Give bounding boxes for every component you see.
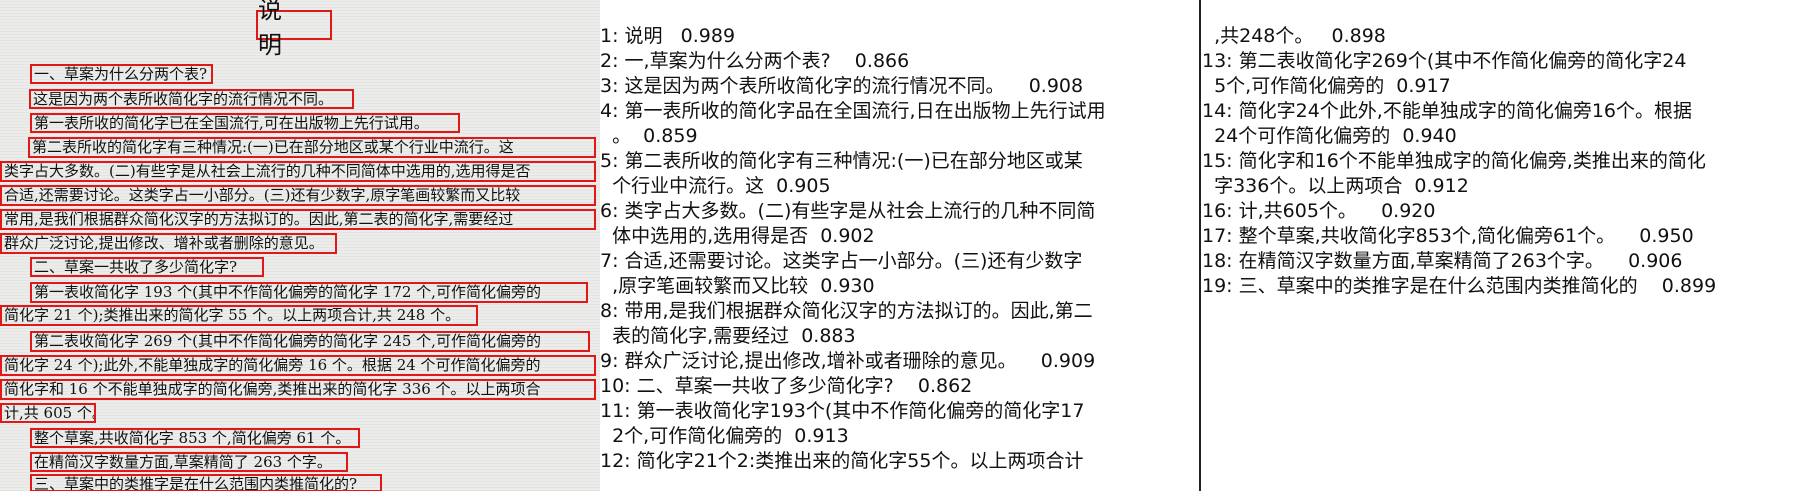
detected-line-box: 合适,还需要讨论。这类字占一小部分。(三)还有少数字,原字笔画较繁而又比较	[0, 185, 596, 206]
ocr-result-line: 19: 三、草案中的类推字是在什么范围内类推简化的 0.899	[1202, 275, 1717, 297]
detected-line-box: 计,共 605 个。	[0, 403, 96, 423]
ocr-result-line: 13: 第二表收简化字269个(其中不作简化偏旁的简化字24	[1202, 50, 1687, 72]
ocr-result-line: 14: 简化字24个此外,不能单独成字的简化偏旁16个。根据	[1202, 100, 1693, 122]
ocr-result-line: 17: 整个草案,共收简化字853个,简化偏旁61个。 0.950	[1202, 225, 1694, 247]
ocr-result-line: 体中选用的,选用得是否 0.902	[600, 225, 875, 247]
ocr-result-line: 表的简化字,需要经过 0.883	[600, 325, 856, 347]
detected-line-box: 三、草案中的类推字是在什么范围内类推简化的?	[30, 474, 382, 491]
ocr-result-line: 11: 第一表收简化字193个(其中不作简化偏旁的简化字17	[600, 400, 1085, 422]
ocr-result-line: 字336个。以上两项合 0.912	[1202, 175, 1469, 197]
ocr-result-line: 1: 说明 0.989	[600, 25, 736, 47]
ocr-result-line: 15: 简化字和16个不能单独成字的简化偏旁,类推出来的简化	[1202, 150, 1706, 172]
detected-line-box: 这是因为两个表所收简化字的流行情况不同。	[29, 89, 354, 109]
ocr-results-column-1: 1: 说明 0.989 2: 一,草案为什么分两个表? 0.866 3: 这是因…	[600, 24, 1198, 474]
ocr-result-line: 12: 简化字21个2:类推出来的简化字55个。以上两项合计	[600, 450, 1084, 472]
detected-line-box: 简化字 24 个);此外,不能单独成字的简化偏旁 16 个。根据 24 个可作简…	[0, 355, 596, 376]
ocr-result-view: 说 明 一、草案为什么分两个表? 这是因为两个表所收简化字的流行情况不同。 第一…	[0, 0, 1800, 491]
ocr-result-line: ,共248个。 0.898	[1202, 25, 1386, 47]
detected-line-box: 整个草案,共收简化字 853 个,简化偏旁 61 个。	[30, 428, 360, 448]
detected-title-box: 说 明	[256, 0, 332, 59]
detected-line-box: 第一表所收的简化字已在全国流行,可在出版物上先行试用。	[30, 113, 460, 133]
ocr-result-line: 4: 第一表所收的简化字品在全国流行,日在出版物上先行试用	[600, 100, 1106, 122]
detected-line-box: 第二表收简化字 269 个(其中不作简化偏旁的简化字 245 个,可作简化偏旁的	[30, 331, 590, 352]
detected-line-box: 群众广泛讨论,提出修改、增补或者删除的意见。	[0, 233, 337, 254]
ocr-result-line: 5: 第二表所收的简化字有三种情况:(一)已在部分地区或某	[600, 150, 1083, 172]
ocr-result-line: 8: 带用,是我们根据群众简化汉字的方法拟订的。因此,第二	[600, 300, 1093, 322]
ocr-result-line: 7: 合适,还需要讨论。这类字占一小部分。(三)还有少数字	[600, 250, 1083, 272]
detected-line-box: 第二表所收的简化字有三种情况:(一)已在部分地区或某个行业中流行。这	[28, 137, 596, 158]
ocr-result-line: 24个可作简化偏旁的 0.940	[1202, 125, 1457, 147]
detected-line-box: 常用,是我们根据群众简化汉字的方法拟订的。因此,第二表的简化字,需要经过	[0, 209, 596, 230]
detected-line-box: 在精简汉字数量方面,草案精简了 263 个字。	[30, 452, 348, 472]
ocr-results-column-2: ,共248个。 0.898 13: 第二表收简化字269个(其中不作简化偏旁的简…	[1202, 24, 1798, 299]
detected-line-box: 一、草案为什么分两个表?	[30, 64, 213, 84]
ocr-result-line: 个行业中流行。这 0.905	[600, 175, 831, 197]
ocr-result-line: 。 0.859	[600, 125, 698, 147]
detected-line-box: 第一表收简化字 193 个(其中不作简化偏旁的简化字 172 个,可作简化偏旁的	[30, 282, 588, 303]
detected-line-box: 二、草案一共收了多少简化字?	[30, 257, 264, 277]
ocr-result-line: 5个,可作简化偏旁的 0.917	[1202, 75, 1451, 97]
ocr-result-line: 16: 计,共605个。 0.920	[1202, 200, 1436, 222]
ocr-result-line: 2个,可作简化偏旁的 0.913	[600, 425, 849, 447]
detected-line-box: 简化字和 16 个不能单独成字的简化偏旁,类推出来的简化字 336 个。以上两项…	[0, 379, 596, 400]
detected-line-box: 类字占大多数。(二)有些字是从社会上流行的几种不同简体中选用的,选用得是否	[0, 161, 596, 182]
ocr-result-line: 2: 一,草案为什么分两个表? 0.866	[600, 50, 910, 72]
ocr-result-line: 3: 这是因为两个表所收简化字的流行情况不同。 0.908	[600, 75, 1084, 97]
ocr-result-line: 10: 二、草案一共收了多少简化字? 0.862	[600, 375, 973, 397]
ocr-result-line: 9: 群众广泛讨论,提出修改,增补或者珊除的意见。 0.909	[600, 350, 1096, 372]
scanned-document-image: 说 明 一、草案为什么分两个表? 这是因为两个表所收简化字的流行情况不同。 第一…	[0, 0, 600, 491]
detected-line-box: 简化字 21 个);类推出来的简化字 55 个。以上两项合计,共 248 个。	[0, 305, 478, 326]
ocr-result-line: 6: 类字占大多数。(二)有些字是从社会上流行的几种不同简	[600, 200, 1096, 222]
ocr-result-line: 18: 在精简汉字数量方面,草案精简了263个字。 0.906	[1202, 250, 1683, 272]
ocr-result-line: ,原字笔画较繁而又比较 0.930	[600, 275, 875, 297]
column-divider	[1199, 0, 1201, 491]
